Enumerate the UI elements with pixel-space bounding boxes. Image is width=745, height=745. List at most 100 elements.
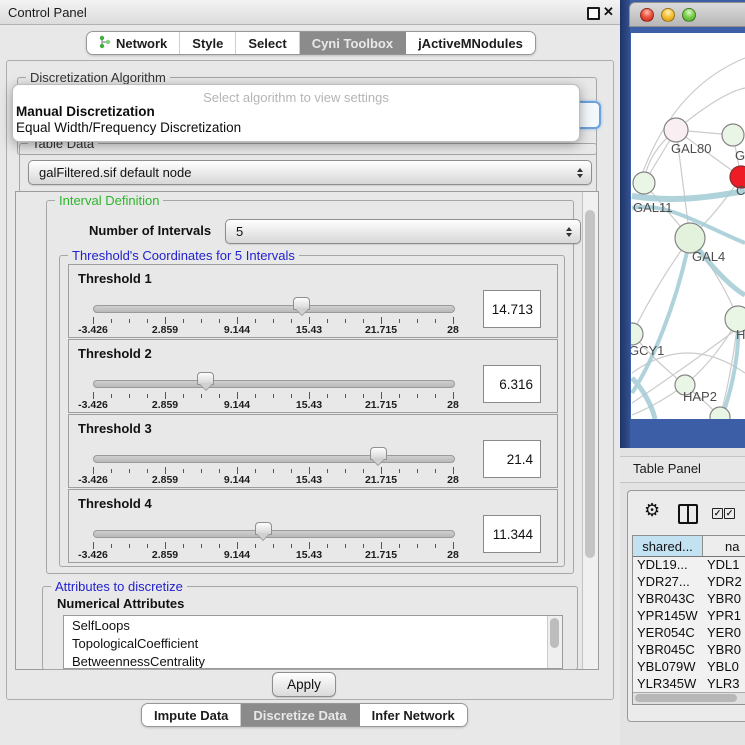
table-row[interactable]: YER054C YER0 [633,625,745,642]
tab-style[interactable]: Style [180,32,236,54]
column-split-icon[interactable] [678,504,698,524]
list-scrollbar[interactable] [547,616,562,668]
scrollbar-thumb[interactable] [635,694,737,702]
mac-close-button[interactable] [640,8,654,22]
slider-tick [363,319,364,323]
node-gal11[interactable] [633,172,655,194]
slider-tick [291,469,292,473]
slider-tick [201,469,202,473]
table-row[interactable]: YBL079W YBL0 [633,659,745,676]
table-row[interactable]: YLR345W YLR3 [633,676,745,693]
node-top-right[interactable] [722,124,744,146]
popup-option-manual-discretization[interactable]: Manual Discretization [16,104,155,119]
slider-tick [111,544,112,548]
slider-tick [165,542,166,549]
table-row[interactable]: YDL19... YDL1 [633,557,745,574]
attributes-group: Attributes to discretize Numerical Attri… [42,586,578,670]
threshold-panel: Threshold 4 11.344 -3.4262.8599.14415.43… [68,489,558,563]
algorithm-group-label: Discretization Algorithm [26,70,170,85]
column-header-name[interactable]: na [703,536,745,556]
tab-label: Cyni Toolbox [312,36,393,51]
horizontal-scrollbar[interactable] [633,692,745,704]
slider-thumb[interactable] [197,372,214,385]
float-window-icon[interactable] [587,7,600,20]
column-header-shared-name[interactable]: shared... [633,536,703,556]
attributes-list: SelfLoopsTopologicalCoefficientBetweenne… [64,616,562,669]
slider-tick [345,469,346,473]
threshold-value-field[interactable]: 14.713 [483,290,541,328]
cell-name: YDR2 [703,574,745,591]
slider-thumb[interactable] [370,447,387,460]
node-attribute-table[interactable]: shared... na YDL19... YDL1 YDR27... YDR2… [632,535,745,705]
attributes-listbox[interactable]: SelfLoopsTopologicalCoefficientBetweenne… [63,615,563,669]
tab-infer-network[interactable]: Infer Network [360,704,467,726]
tab-jactivemnodules[interactable]: jActiveMNodules [406,32,535,54]
node-gcy1[interactable] [631,323,643,345]
threshold-value-field[interactable]: 21.4 [483,440,541,478]
slider-track[interactable] [93,530,455,538]
gear-icon[interactable]: ⚙ [644,501,660,519]
window-edge [620,0,630,448]
tab-discretize-data[interactable]: Discretize Data [241,704,359,726]
checkbox-checked-icon[interactable]: ✓ [724,508,735,519]
table-row[interactable]: YBR043C YBR0 [633,591,745,608]
slider-tick [345,319,346,323]
network-nodes[interactable] [631,118,745,419]
combo-spinner-icon [577,168,583,178]
node-bottom[interactable] [710,407,730,419]
mac-zoom-button[interactable] [682,8,696,22]
node-label: GAL4 [692,249,725,264]
node-gal80[interactable] [664,118,688,142]
popup-option-equal-width-frequency[interactable]: Equal Width/Frequency Discretization [16,120,241,135]
num-intervals-combo[interactable]: 5 [225,219,581,244]
slider-tick [201,394,202,398]
table-data-combo-value: galFiltered.sif default node [39,165,191,180]
node-label: GAL80 [671,141,711,156]
network-graph: GAL80 GA C GAL11 GAL4 GCY1 H HAP2 [631,33,745,419]
table-data-combo[interactable]: galFiltered.sif default node [28,160,592,185]
slider-tick [399,469,400,473]
scrollbar-thumb[interactable] [585,210,595,558]
slider-scale-label: 15.43 [296,399,322,411]
slider-tick [93,317,94,324]
slider-tick [147,319,148,323]
table-row[interactable]: YDR27... YDR2 [633,574,745,591]
close-icon[interactable]: ✕ [603,4,614,20]
threshold-panel: Threshold 1 14.713 -3.4262.8599.14415.43… [68,264,558,338]
control-panel-window: Control Panel ✕ Network Style Select Cyn… [0,0,620,745]
slider-thumb[interactable] [255,522,272,535]
top-tab-bar: Network Style Select Cyni Toolbox jActiv… [86,31,536,55]
tab-impute-data[interactable]: Impute Data [142,704,241,726]
tab-select[interactable]: Select [236,32,299,54]
list-item[interactable]: SelfLoops [64,616,562,634]
slider-tick [255,469,256,473]
network-window-titlebar[interactable] [629,2,745,27]
list-item[interactable]: BetweennessCentrality [64,652,562,669]
apply-button[interactable]: Apply [272,672,336,697]
mac-minimize-button[interactable] [661,8,675,22]
slider-track[interactable] [93,455,455,463]
slider-tick [183,394,184,398]
slider-track[interactable] [93,305,455,313]
list-item[interactable]: TopologicalCoefficient [64,634,562,652]
scrollbar-thumb[interactable] [550,618,559,648]
slider-scale-label: 9.144 [224,399,250,411]
slider-tick [201,544,202,548]
tab-cyni-toolbox[interactable]: Cyni Toolbox [300,32,406,54]
vertical-scrollbar[interactable] [582,192,598,669]
table-row[interactable]: YBR045C YBR0 [633,642,745,659]
threshold-panel: Threshold 2 6.316 -3.4262.8599.14415.432… [68,339,558,413]
slider-thumb[interactable] [293,297,310,310]
threshold-value-field[interactable]: 11.344 [483,515,541,553]
node-label: GAL11 [633,200,673,215]
checkbox-checked-icon[interactable]: ✓ [712,508,723,519]
tab-network[interactable]: Network [87,32,180,54]
table-row[interactable]: YPR145W YPR1 [633,608,745,625]
network-canvas[interactable]: GAL80 GA C GAL11 GAL4 GCY1 H HAP2 [631,33,745,419]
cell-shared-name: YDL19... [633,557,703,574]
threshold-value-field[interactable]: 6.316 [483,365,541,403]
slider-tick [291,394,292,398]
slider-scale-label: -3.426 [78,474,108,486]
cell-name: YLR3 [703,676,745,693]
slider-track[interactable] [93,380,455,388]
